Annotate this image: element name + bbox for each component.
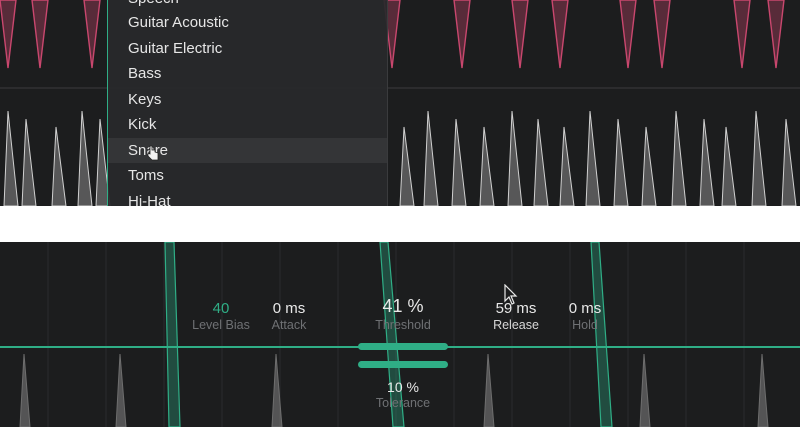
tolerance-value: 10 % [387,379,419,395]
menu-item-hi-hat[interactable]: Hi-Hat [108,189,387,206]
level-bias-control[interactable]: 40 Level Bias [192,300,250,332]
menu-item-toms[interactable]: Toms [108,163,387,188]
preset-dropdown-menu[interactable]: Speech Guitar Acoustic Guitar Electric B… [107,0,388,206]
threshold-label: Threshold [375,318,431,332]
hold-label: Hold [572,318,598,332]
attack-value: 0 ms [272,300,306,317]
level-bias-label: Level Bias [192,318,250,332]
threshold-handle-icon[interactable] [358,343,448,368]
release-label: Release [493,318,539,332]
menu-item-kick[interactable]: Kick [108,112,387,137]
threshold-value: 41 % [382,296,424,316]
tolerance-label: Tolerance [375,396,431,410]
menu-item-bass[interactable]: Bass [108,61,387,86]
hold-control[interactable]: 0 ms Hold [569,300,602,332]
menu-item-keys[interactable]: Keys [108,87,387,112]
attack-label: Attack [271,318,307,332]
waveform-view-top: Speech Guitar Acoustic Guitar Electric B… [0,0,800,206]
gate-control-panel: 40 Level Bias 0 ms Attack 41 % Threshold… [0,242,800,427]
menu-item-guitar-acoustic[interactable]: Guitar Acoustic [108,10,387,35]
hand-pointer-icon [147,145,159,161]
attack-control[interactable]: 0 ms Attack [272,300,307,332]
level-bias-value: 40 [212,300,230,317]
threshold-control[interactable]: 41 % Threshold [375,296,431,332]
mouse-pointer-icon [504,284,518,305]
tolerance-control[interactable]: 10 % Tolerance [376,379,430,410]
menu-item-guitar-electric[interactable]: Guitar Electric [108,36,387,61]
hold-value: 0 ms [568,300,602,317]
